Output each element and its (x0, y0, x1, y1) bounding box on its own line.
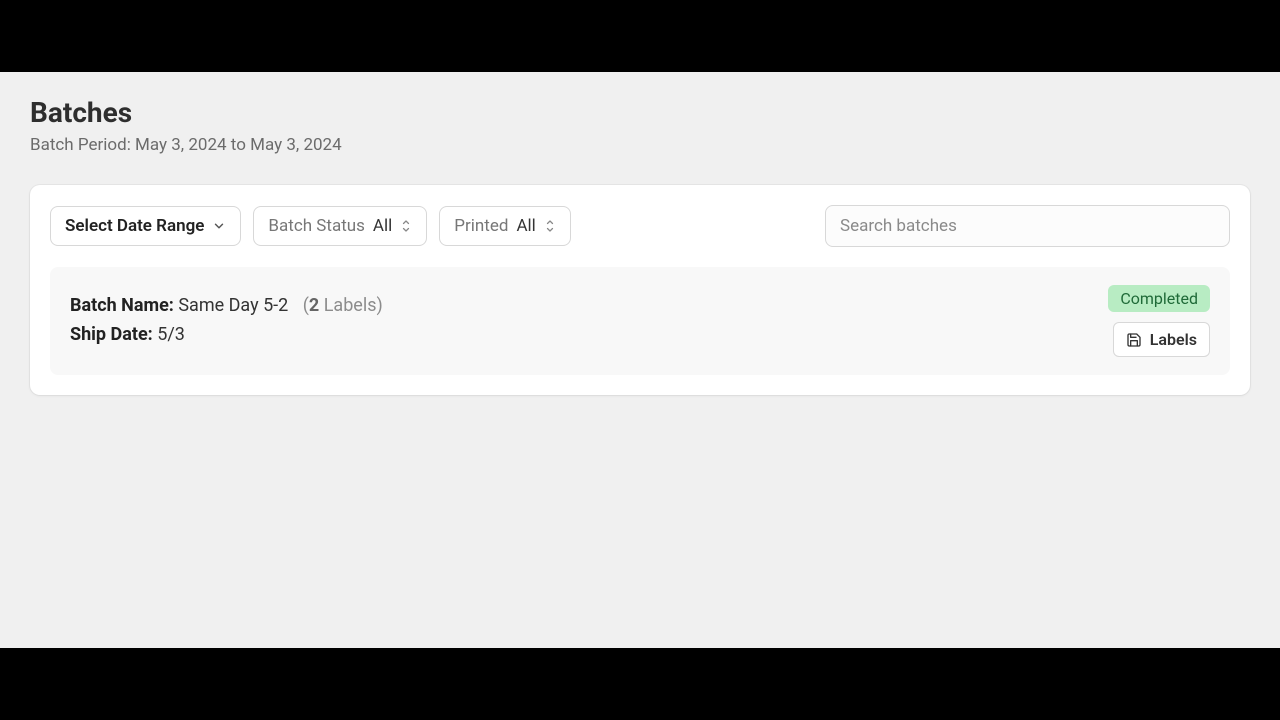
printed-filter[interactable]: Printed All (439, 206, 571, 246)
chevron-down-icon (212, 219, 226, 233)
batch-status-filter-value: All (373, 216, 392, 236)
ship-date-line: Ship Date: 5/3 (70, 321, 383, 350)
labels-count-suffix: Labels) (319, 295, 383, 316)
toolbar: Select Date Range Batch Status All Print… (50, 205, 1230, 247)
batch-name-value: Same Day 5-2 (178, 295, 288, 316)
printed-filter-value: All (516, 216, 535, 236)
ship-date-label: Ship Date: (70, 324, 153, 345)
batch-actions: Completed Labels (1108, 285, 1210, 357)
page-subtitle: Batch Period: May 3, 2024 to May 3, 2024 (30, 135, 1250, 155)
date-range-button[interactable]: Select Date Range (50, 206, 241, 246)
ship-date-value: 5/3 (157, 324, 185, 345)
letterbox-bottom (0, 648, 1280, 720)
chevron-updown-icon (400, 218, 412, 234)
batches-card: Select Date Range Batch Status All Print… (30, 185, 1250, 395)
search-input[interactable] (825, 205, 1230, 247)
date-range-label: Select Date Range (65, 216, 204, 236)
batch-row[interactable]: Batch Name: Same Day 5-2 (2 Labels) Ship… (50, 267, 1230, 375)
batch-status-filter-label: Batch Status (268, 216, 365, 236)
batch-name-line: Batch Name: Same Day 5-2 (2 Labels) (70, 292, 383, 321)
page-title: Batches (30, 96, 1250, 129)
status-badge: Completed (1108, 285, 1210, 312)
page-body: Batches Batch Period: May 3, 2024 to May… (0, 72, 1280, 648)
letterbox-top (0, 0, 1280, 72)
printed-filter-label: Printed (454, 216, 508, 236)
save-icon (1126, 332, 1142, 348)
labels-button-text: Labels (1150, 330, 1197, 349)
batch-labels-count: (2 Labels) (303, 295, 383, 316)
batch-info: Batch Name: Same Day 5-2 (2 Labels) Ship… (70, 292, 383, 350)
batch-name-label: Batch Name: (70, 295, 174, 316)
labels-button[interactable]: Labels (1113, 322, 1210, 357)
batch-status-filter[interactable]: Batch Status All (253, 206, 427, 246)
chevron-updown-icon (544, 218, 556, 234)
labels-count-num: 2 (309, 295, 319, 316)
